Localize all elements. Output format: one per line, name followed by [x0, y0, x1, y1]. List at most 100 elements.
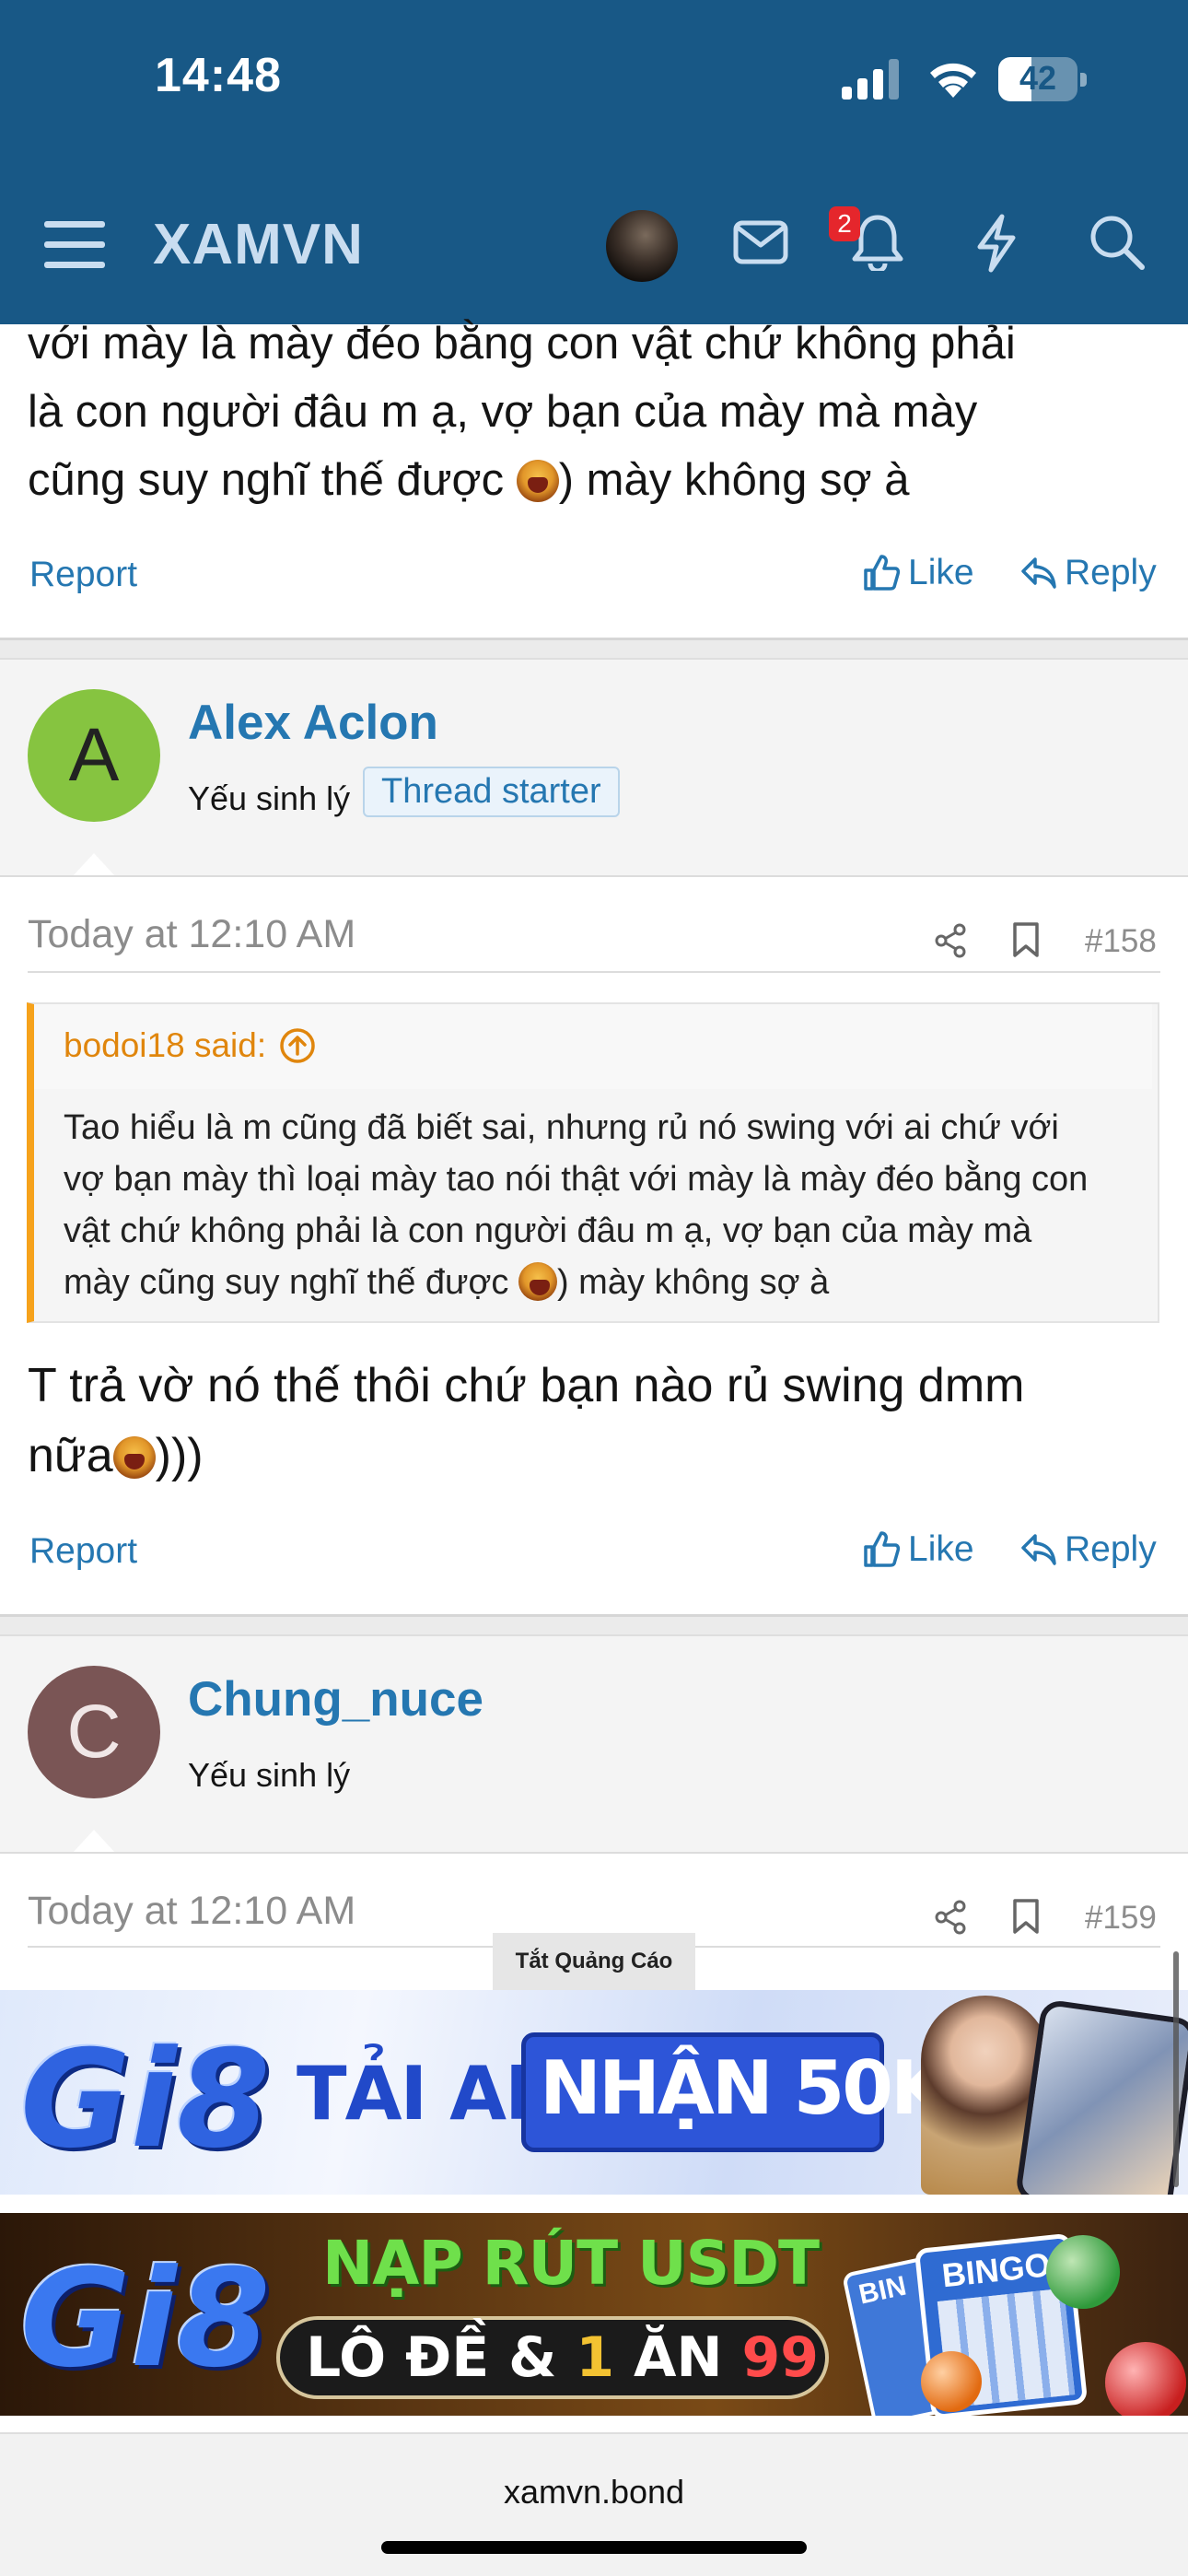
ad-bingo-label: BINGO	[939, 2245, 1053, 2295]
screaming-emoji-icon	[518, 1262, 557, 1301]
ad-phone-image	[1014, 1998, 1188, 2195]
avatar-letter: A	[68, 713, 120, 797]
site-logo[interactable]: XAMVN	[153, 212, 364, 277]
ad-ball	[1105, 2342, 1186, 2416]
bolt-icon[interactable]	[974, 214, 1019, 273]
scrollbar[interactable]	[1173, 1951, 1179, 2187]
mail-icon[interactable]	[733, 219, 788, 265]
screaming-emoji-icon	[516, 460, 559, 502]
avatar-letter: C	[66, 1690, 122, 1774]
ad-text-line: LÔ ĐỀ & 1 ĂN 99	[306, 2325, 819, 2390]
post-text-line: nữa)))	[28, 1421, 1170, 1491]
ad-text: NẠP RÚT USDT	[322, 2228, 820, 2299]
like-label: Like	[908, 553, 974, 592]
user-title: Yếu sinh lý	[188, 779, 351, 817]
divider	[0, 875, 1188, 877]
like-label: Like	[908, 1529, 974, 1569]
ad-text: NHẬN 50K	[540, 2045, 948, 2131]
thumbs-up-icon	[864, 555, 901, 591]
bookmark-icon[interactable]	[1011, 1898, 1041, 1935]
ad-banner-app[interactable]: Gi8 TẢI APP NHẬN 50K	[0, 1990, 1188, 2195]
ad-text-segment: 99	[741, 2325, 820, 2390]
ad-logo: Gi8	[20, 2021, 271, 2178]
avatar[interactable]: A	[28, 689, 160, 822]
browser-bottom-bar: xamvn.bond	[0, 2432, 1188, 2576]
like-button[interactable]: Like	[862, 553, 974, 593]
url-field[interactable]: xamvn.bond	[0, 2473, 1188, 2512]
reply-icon	[1021, 557, 1056, 589]
post-text-segment: cũng suy nghĩ thế được	[28, 455, 517, 505]
report-link[interactable]: Report	[29, 555, 137, 595]
cellular-signal-icon	[842, 59, 899, 100]
ad-text-segment: ĂN	[614, 2325, 742, 2390]
share-icon[interactable]	[934, 1900, 967, 1935]
screaming-emoji-icon	[112, 1436, 156, 1479]
quote-line: mày cũng suy nghĩ thế được ) mày không s…	[64, 1257, 1150, 1308]
battery-indicator: 42	[998, 57, 1087, 101]
post-text-segment: nữa	[28, 1429, 113, 1482]
post-user-block: C Chung_nuce Yếu sinh lý	[0, 1636, 1188, 1854]
quote-content: Tao hiểu là m cũng đã biết sai, nhưng rủ…	[64, 1102, 1150, 1308]
close-ads-button[interactable]: Tắt Quảng Cáo	[493, 1933, 695, 1990]
arrow-up-circle-icon[interactable]	[279, 1027, 316, 1064]
home-indicator[interactable]	[381, 2541, 807, 2554]
thread-starter-badge: Thread starter	[363, 767, 620, 817]
ad-ball	[921, 2351, 982, 2412]
divider	[28, 971, 1160, 973]
avatar[interactable]: C	[28, 1666, 160, 1798]
divider	[0, 1852, 1188, 1854]
username[interactable]: Alex Aclon	[188, 695, 438, 751]
post-text-line: T trả vờ nó thế thôi chứ bạn nào rủ swin…	[28, 1359, 1025, 1412]
post-text-segment: ) mày không sợ à	[558, 455, 910, 505]
post-date[interactable]: Today at 12:10 AM	[28, 1889, 355, 1934]
post-date[interactable]: Today at 12:10 AM	[28, 912, 355, 957]
post-text-line: cũng suy nghĩ thế được ) mày không sợ à	[28, 446, 1170, 514]
quote-author[interactable]: bodoi18 said:	[64, 1026, 316, 1065]
ad-text-segment: LÔ ĐỀ &	[306, 2325, 577, 2390]
quote-segment: ) mày không sợ à	[556, 1263, 830, 1302]
reply-icon	[1021, 1534, 1056, 1565]
post-text-line: là con người đâu m ạ, vợ bạn của mày mà …	[28, 387, 978, 437]
ad-ball	[1046, 2235, 1120, 2309]
share-icon[interactable]	[934, 923, 967, 958]
post-body: với mày là mày đéo bằng con vật chứ khôn…	[28, 310, 1170, 514]
ad-banner-usdt[interactable]: Gi8 NẠP RÚT USDT LÔ ĐỀ & 1 ĂN 99 BIN BIN…	[0, 2213, 1188, 2416]
ad-logo: Gi8	[20, 2241, 271, 2397]
post-number[interactable]: #158	[1085, 923, 1157, 960]
post-separator	[0, 1614, 1188, 1636]
reply-button[interactable]: Reply	[1020, 553, 1157, 593]
quote-block: bodoi18 said: Tao hiểu là m cũng đã biết…	[27, 1002, 1159, 1323]
reply-button[interactable]: Reply	[1020, 1529, 1157, 1570]
menu-icon[interactable]	[44, 219, 105, 271]
bookmark-icon[interactable]	[1011, 921, 1041, 958]
quote-author-label: bodoi18 said:	[64, 1026, 267, 1064]
like-button[interactable]: Like	[862, 1529, 974, 1570]
report-link[interactable]: Report	[29, 1531, 137, 1572]
notification-badge: 2	[829, 206, 860, 241]
post-text-segment: )))	[155, 1429, 204, 1482]
reply-label: Reply	[1065, 553, 1157, 592]
username[interactable]: Chung_nuce	[188, 1671, 483, 1727]
user-avatar[interactable]	[606, 210, 678, 282]
quote-line: vợ bạn mày thì loại mày tao nói thật với…	[64, 1160, 1089, 1199]
user-arrow	[72, 853, 116, 877]
quote-segment: mày cũng suy nghĩ thế được	[64, 1263, 518, 1302]
post-separator	[0, 638, 1188, 660]
ad-text-segment: 1	[576, 2325, 615, 2390]
user-arrow	[72, 1830, 116, 1854]
quote-line: Tao hiểu là m cũng đã biết sai, nhưng rủ…	[64, 1108, 1059, 1147]
post-body: T trả vờ nó thế thôi chứ bạn nào rủ swin…	[28, 1351, 1170, 1491]
wifi-icon	[930, 63, 976, 98]
post-user-block: A Alex Aclon Yếu sinh lý Thread starter	[0, 660, 1188, 877]
site-header: 14:48 42 XAMVN 2	[0, 0, 1188, 324]
reply-label: Reply	[1065, 1529, 1157, 1569]
post-number[interactable]: #159	[1085, 1900, 1157, 1937]
ad-bingo-label: BIN	[856, 2270, 910, 2311]
thumbs-up-icon	[864, 1531, 901, 1567]
post-text-line: với mày là mày đéo bằng con vật chứ khôn…	[28, 319, 1016, 369]
user-title: Yếu sinh lý	[188, 1756, 351, 1794]
search-icon[interactable]	[1089, 214, 1146, 271]
battery-percent: 42	[1019, 59, 1057, 97]
quote-line: vật chứ không phải là con người đâu m ạ,…	[64, 1212, 1032, 1250]
status-time: 14:48	[155, 49, 282, 102]
